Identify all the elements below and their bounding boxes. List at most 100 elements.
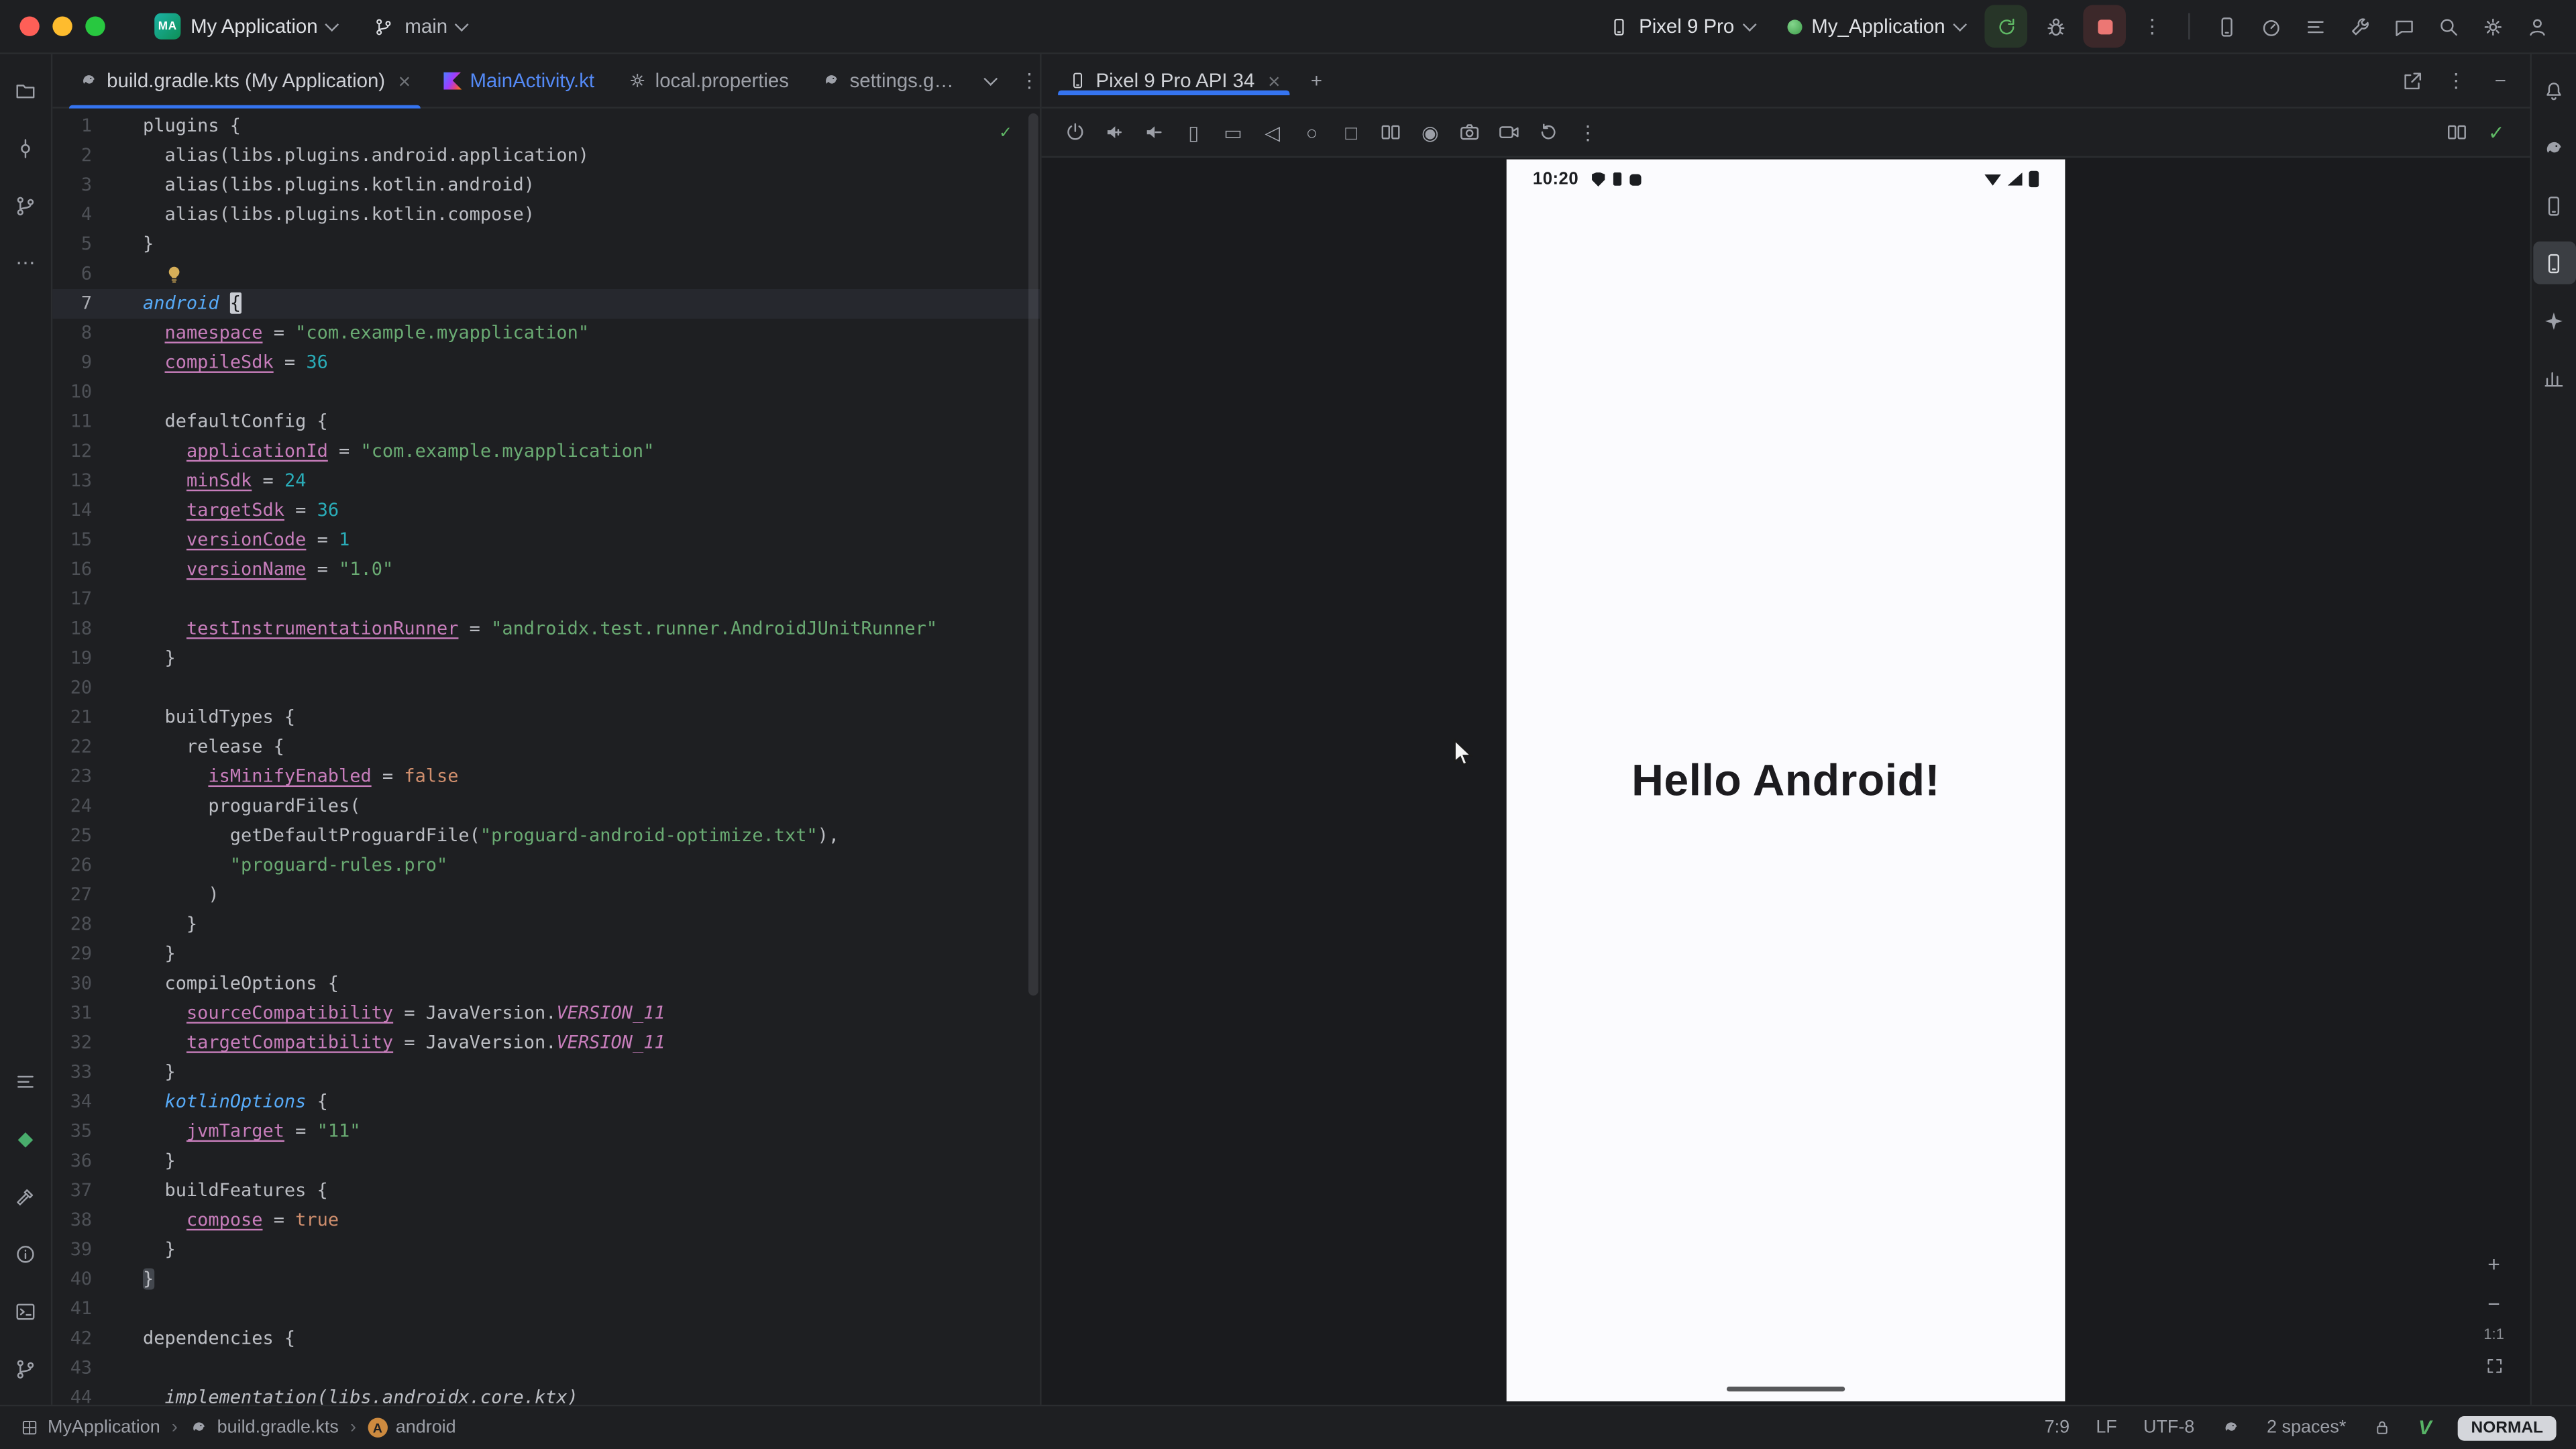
line-number[interactable]: 5 xyxy=(52,230,92,260)
line-number[interactable]: 4 xyxy=(52,201,92,230)
gem-icon[interactable]: ◆ xyxy=(4,1117,47,1160)
screen-record-icon[interactable] xyxy=(1492,114,1526,150)
line-number[interactable]: 20 xyxy=(52,674,92,703)
code-line[interactable]: 27 ) xyxy=(52,881,1040,910)
line-number[interactable]: 28 xyxy=(52,910,92,940)
line-number[interactable]: 38 xyxy=(52,1206,92,1236)
close-tab-icon[interactable]: × xyxy=(398,68,411,93)
line-number[interactable]: 40 xyxy=(52,1265,92,1295)
notifications-icon[interactable] xyxy=(2532,69,2575,112)
hidden-tabs-button[interactable] xyxy=(970,61,1010,101)
code-line[interactable]: 18 testInstrumentationRunner = "androidx… xyxy=(52,614,1040,644)
structure-icon[interactable] xyxy=(4,1060,47,1103)
line-number[interactable]: 25 xyxy=(52,821,92,851)
more-run-actions-icon[interactable]: ⋮ xyxy=(2133,7,2172,46)
line-number[interactable]: 15 xyxy=(52,526,92,555)
stop-button[interactable] xyxy=(2083,5,2126,48)
overview-icon[interactable]: □ xyxy=(1334,114,1368,150)
debug-button[interactable] xyxy=(2034,5,2077,48)
line-number[interactable]: 39 xyxy=(52,1236,92,1265)
code-line[interactable]: 8 namespace = "com.example.myapplication… xyxy=(52,319,1040,348)
code-line[interactable]: 21 buildTypes { xyxy=(52,703,1040,733)
more-device-actions-icon[interactable]: ⋮ xyxy=(1570,114,1605,150)
navigation-pill[interactable] xyxy=(1727,1386,1845,1392)
line-number[interactable]: 36 xyxy=(52,1146,92,1176)
breadcrumb-item[interactable]: MyApplication xyxy=(19,1417,160,1437)
code-line[interactable]: 31 sourceCompatibility = JavaVersion.VER… xyxy=(52,999,1040,1028)
line-number[interactable]: 31 xyxy=(52,999,92,1028)
terminal-icon[interactable] xyxy=(4,1289,47,1332)
sdk-manager-icon[interactable] xyxy=(2339,7,2379,46)
line-number[interactable]: 1 xyxy=(52,112,92,142)
code-line[interactable]: 13 minSdk = 24 xyxy=(52,467,1040,496)
ready-check-icon[interactable]: ✓ xyxy=(2479,114,2514,150)
back-icon[interactable]: ◁ xyxy=(1255,114,1289,150)
inspections-widget[interactable]: ✓ xyxy=(991,118,1020,148)
settings-icon[interactable] xyxy=(2473,7,2512,46)
profiler-icon[interactable] xyxy=(2251,7,2290,46)
gradle-icon[interactable] xyxy=(2532,127,2575,170)
line-number[interactable]: 24 xyxy=(52,792,92,821)
code-line[interactable]: 15 versionCode = 1 xyxy=(52,526,1040,555)
code-line[interactable]: 22 release { xyxy=(52,733,1040,762)
fullscreen-window-button[interactable] xyxy=(85,16,105,36)
line-number[interactable]: 41 xyxy=(52,1295,92,1324)
code-line[interactable]: 35 jvmTarget = "11" xyxy=(52,1117,1040,1146)
line-number[interactable]: 8 xyxy=(52,319,92,348)
code-line[interactable]: 26 "proguard-rules.pro" xyxy=(52,851,1040,881)
editor-tab[interactable]: local.properties xyxy=(611,54,806,107)
vim-mode-badge[interactable]: NORMAL xyxy=(2458,1415,2557,1440)
project-widget[interactable]: MA My Application xyxy=(142,8,351,44)
run-configuration-selector[interactable]: My_Application xyxy=(1774,10,1978,43)
snapshot-icon[interactable]: ◉ xyxy=(1413,114,1447,150)
line-number[interactable]: 42 xyxy=(52,1324,92,1354)
close-device-tab-icon[interactable]: × xyxy=(1268,68,1281,93)
file-encoding[interactable]: UTF-8 xyxy=(2143,1417,2194,1437)
code-line[interactable]: 36 } xyxy=(52,1146,1040,1176)
line-number[interactable]: 32 xyxy=(52,1028,92,1058)
code-line[interactable]: 23 isMinifyEnabled = false xyxy=(52,762,1040,792)
line-number[interactable]: 35 xyxy=(52,1117,92,1146)
add-device-tab-button[interactable]: + xyxy=(1297,61,1336,101)
code-line[interactable]: 32 targetCompatibility = JavaVersion.VER… xyxy=(52,1028,1040,1058)
indent-setting[interactable]: 2 spaces* xyxy=(2267,1417,2346,1437)
breadcrumb-item[interactable]: build.gradle.kts xyxy=(189,1417,339,1437)
code-line[interactable]: 7android { xyxy=(52,289,1040,319)
code-line[interactable]: 5} xyxy=(52,230,1040,260)
home-icon[interactable]: ○ xyxy=(1295,114,1329,150)
rotate-left-icon[interactable]: ▯ xyxy=(1176,114,1210,150)
code-line[interactable]: 42dependencies { xyxy=(52,1324,1040,1354)
build-icon[interactable] xyxy=(4,1175,47,1218)
line-number[interactable]: 6 xyxy=(52,260,92,289)
line-number[interactable]: 22 xyxy=(52,733,92,762)
code-line[interactable]: 30 compileOptions { xyxy=(52,969,1040,999)
hide-panel-icon[interactable]: − xyxy=(2481,61,2520,101)
line-number[interactable]: 44 xyxy=(52,1383,92,1405)
zoom-ratio-label[interactable]: 1:1 xyxy=(2483,1326,2504,1342)
code-line[interactable]: 25 getDefaultProguardFile("proguard-andr… xyxy=(52,821,1040,851)
quick-fix-bulb-icon[interactable] xyxy=(164,264,184,284)
code-line[interactable]: 29 } xyxy=(52,940,1040,969)
code-line[interactable]: 1plugins { xyxy=(52,112,1040,142)
line-number[interactable]: 16 xyxy=(52,555,92,585)
profile-icon[interactable] xyxy=(2517,7,2557,46)
rotate-right-icon[interactable]: ▭ xyxy=(1216,114,1250,150)
reset-icon[interactable] xyxy=(1531,114,1565,150)
device-screen[interactable]: 10:20 Hello Android! xyxy=(1507,160,2065,1401)
app-quality-insights-icon[interactable] xyxy=(2532,356,2575,399)
line-number[interactable]: 33 xyxy=(52,1058,92,1087)
code-line[interactable]: 4 alias(libs.plugins.kotlin.compose) xyxy=(52,201,1040,230)
running-devices-icon[interactable] xyxy=(2532,241,2575,284)
ideavim-icon[interactable]: V xyxy=(2418,1416,2432,1439)
problems-icon[interactable] xyxy=(4,1232,47,1275)
code-line[interactable]: 9 compileSdk = 36 xyxy=(52,348,1040,378)
fold-device-icon[interactable] xyxy=(1373,114,1407,150)
device-selector[interactable]: Pixel 9 Pro xyxy=(1595,10,1767,43)
gradle-sync-icon[interactable] xyxy=(2220,1417,2240,1437)
code-line[interactable]: 40} xyxy=(52,1265,1040,1295)
editor-tab[interactable]: settings.g… xyxy=(805,54,970,107)
line-number[interactable]: 30 xyxy=(52,969,92,999)
code-line[interactable]: 3 alias(libs.plugins.kotlin.android) xyxy=(52,171,1040,201)
vcs-branch-widget[interactable]: main xyxy=(360,10,480,43)
code-line[interactable]: 12 applicationId = "com.example.myapplic… xyxy=(52,437,1040,466)
